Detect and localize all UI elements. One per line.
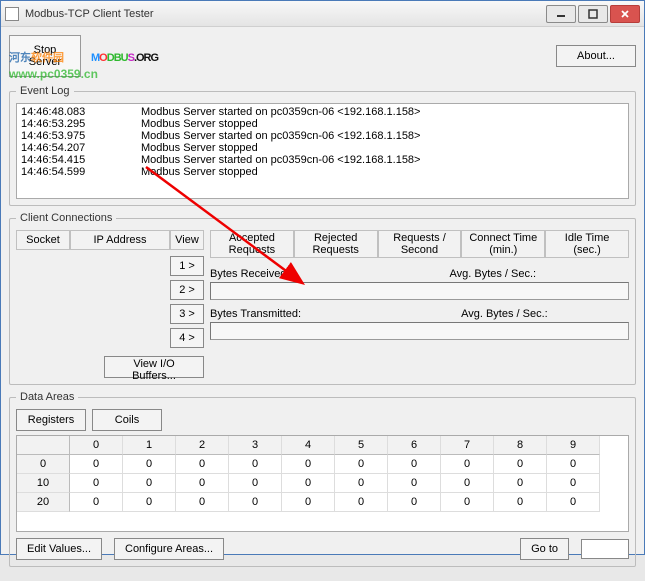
edit-values-button[interactable]: Edit Values... — [16, 538, 102, 560]
socket-header: Socket — [16, 230, 70, 250]
app-window: Modbus-TCP Client Tester 河东软件园 www.pc035… — [0, 0, 645, 555]
col-header: 8 — [494, 436, 547, 455]
data-cell[interactable]: 0 — [229, 474, 282, 493]
about-button[interactable]: About... — [556, 45, 636, 67]
data-cell[interactable]: 0 — [494, 493, 547, 512]
row-header: 10 — [17, 474, 70, 493]
col-header: 2 — [176, 436, 229, 455]
row-header: 20 — [17, 493, 70, 512]
data-cell[interactable]: 0 — [335, 455, 388, 474]
data-areas-legend: Data Areas — [16, 391, 78, 403]
data-cell[interactable]: 0 — [176, 474, 229, 493]
client-connections-legend: Client Connections — [16, 212, 116, 224]
data-cell[interactable]: 0 — [441, 493, 494, 512]
event-log-legend: Event Log — [16, 85, 74, 97]
event-row: 14:46:53.975Modbus Server started on pc0… — [21, 130, 624, 142]
view-header: View — [170, 230, 204, 250]
requests-second-header: Requests / Second — [378, 230, 462, 258]
window-title: Modbus-TCP Client Tester — [25, 8, 546, 20]
event-row: 14:46:53.295Modbus Server stopped — [21, 118, 624, 130]
data-cell[interactable]: 0 — [123, 493, 176, 512]
coils-tab[interactable]: Coils — [92, 409, 162, 431]
data-cell[interactable]: 0 — [441, 455, 494, 474]
idle-time-header: Idle Time (sec.) — [545, 230, 629, 258]
col-header: 3 — [229, 436, 282, 455]
data-cell[interactable]: 0 — [123, 455, 176, 474]
avg-bytes-sec-2-label: Avg. Bytes / Sec.: — [461, 306, 548, 322]
data-cell[interactable]: 0 — [229, 493, 282, 512]
data-cell[interactable]: 0 — [441, 474, 494, 493]
event-row: 14:46:54.415Modbus Server started on pc0… — [21, 154, 624, 166]
minimize-button[interactable] — [546, 5, 576, 23]
view-4-button[interactable]: 4 > — [170, 328, 204, 348]
configure-areas-button[interactable]: Configure Areas... — [114, 538, 224, 560]
stop-server-button[interactable]: Stop Server — [9, 35, 81, 77]
registers-tab[interactable]: Registers — [16, 409, 86, 431]
rejected-requests-header: Rejected Requests — [294, 230, 378, 258]
data-cell[interactable]: 0 — [70, 493, 123, 512]
data-cell[interactable]: 0 — [282, 455, 335, 474]
connect-time-header: Connect Time (min.) — [461, 230, 545, 258]
col-header: 6 — [388, 436, 441, 455]
event-row: 14:46:54.599Modbus Server stopped — [21, 166, 624, 178]
avg-bytes-sec-1-label: Avg. Bytes / Sec.: — [449, 266, 536, 282]
data-cell[interactable]: 0 — [176, 455, 229, 474]
bytes-received-label: Bytes Received: — [210, 266, 289, 282]
goto-input[interactable] — [581, 539, 629, 559]
col-header: 0 — [70, 436, 123, 455]
col-header: 1 — [123, 436, 176, 455]
event-row: 14:46:54.207Modbus Server stopped — [21, 142, 624, 154]
col-header: 5 — [335, 436, 388, 455]
data-areas-group: Data Areas Registers Coils 0 1 2 3 4 5 6… — [9, 391, 636, 567]
view-2-button[interactable]: 2 > — [170, 280, 204, 300]
bytes-received-field — [210, 282, 629, 300]
data-cell[interactable]: 0 — [335, 474, 388, 493]
client-connections-group: Client Connections Socket IP Address Vie… — [9, 212, 636, 385]
table-row: 20 0000000000 — [17, 493, 628, 512]
col-header: 7 — [441, 436, 494, 455]
titlebar: Modbus-TCP Client Tester — [1, 1, 644, 27]
event-log-list[interactable]: 14:46:48.083Modbus Server started on pc0… — [16, 103, 629, 199]
col-header: 9 — [547, 436, 600, 455]
view-3-button[interactable]: 3 > — [170, 304, 204, 324]
app-icon — [5, 7, 19, 21]
data-cell[interactable]: 0 — [547, 493, 600, 512]
bytes-transmitted-label: Bytes Transmitted: — [210, 306, 301, 322]
data-cell[interactable]: 0 — [388, 493, 441, 512]
data-cell[interactable]: 0 — [388, 455, 441, 474]
view-1-button[interactable]: 1 > — [170, 256, 204, 276]
close-button[interactable] — [610, 5, 640, 23]
event-row: 14:46:48.083Modbus Server started on pc0… — [21, 106, 624, 118]
row-header: 0 — [17, 455, 70, 474]
data-cell[interactable]: 0 — [282, 493, 335, 512]
data-cell[interactable]: 0 — [176, 493, 229, 512]
data-cell[interactable]: 0 — [229, 455, 282, 474]
maximize-button[interactable] — [578, 5, 608, 23]
ip-header: IP Address — [70, 230, 170, 250]
data-cell[interactable]: 0 — [494, 455, 547, 474]
accepted-requests-header: Accepted Requests — [210, 230, 294, 258]
data-cell[interactable]: 0 — [70, 474, 123, 493]
data-table[interactable]: 0 1 2 3 4 5 6 7 8 9 0 0000000000 10 — [16, 435, 629, 532]
view-io-buffers-button[interactable]: View I/O Buffers... — [104, 356, 204, 378]
goto-button[interactable]: Go to — [520, 538, 569, 560]
table-row: 0 0000000000 — [17, 455, 628, 474]
data-cell[interactable]: 0 — [547, 474, 600, 493]
data-cell[interactable]: 0 — [547, 455, 600, 474]
data-cell[interactable]: 0 — [70, 455, 123, 474]
table-corner — [17, 436, 70, 455]
event-log-group: Event Log 14:46:48.083Modbus Server star… — [9, 85, 636, 206]
data-cell[interactable]: 0 — [494, 474, 547, 493]
col-header: 4 — [282, 436, 335, 455]
data-cell[interactable]: 0 — [335, 493, 388, 512]
modbus-logo: MODBUS.ORG — [91, 36, 391, 76]
data-cell[interactable]: 0 — [388, 474, 441, 493]
data-cell[interactable]: 0 — [282, 474, 335, 493]
table-row: 10 0000000000 — [17, 474, 628, 493]
bytes-transmitted-field — [210, 322, 629, 340]
data-cell[interactable]: 0 — [123, 474, 176, 493]
